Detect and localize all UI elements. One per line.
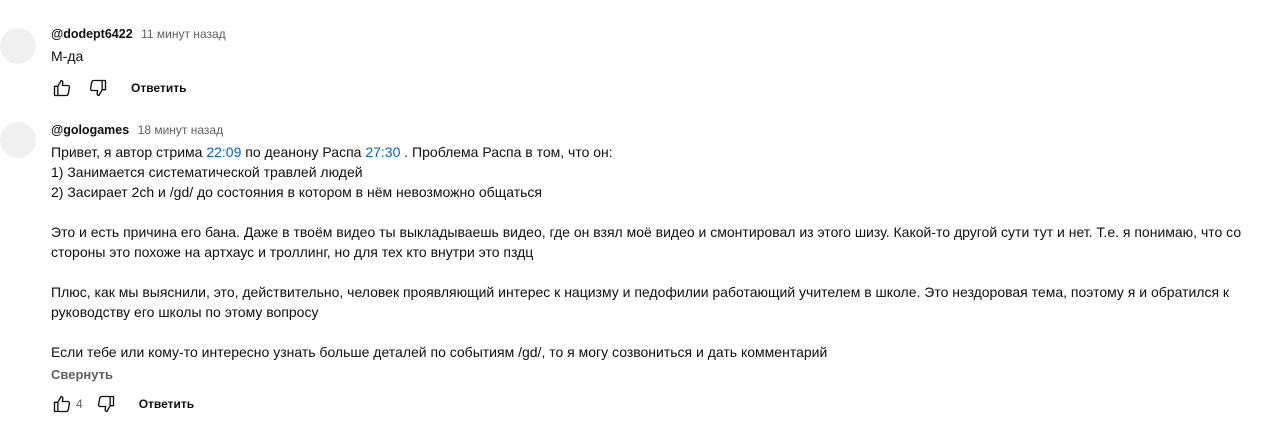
- dislike-button[interactable]: [95, 393, 117, 415]
- comment-text: Привет, я автор стрима 22:09 по деанону …: [51, 142, 1251, 362]
- comment-text-line: Привет, я автор стрима 22:09 по деанону …: [51, 142, 1251, 162]
- comment-header: @gologames 18 минут назад: [51, 122, 1251, 138]
- comment-time[interactable]: 11 минут назад: [141, 27, 226, 41]
- thumb-up-icon: [53, 79, 71, 97]
- comment-paragraph: Плюс, как мы выяснили, это, действительн…: [51, 284, 1230, 320]
- comment-header: @dodept6422 11 минут назад: [51, 26, 1251, 42]
- like-button[interactable]: [51, 77, 73, 99]
- avatar[interactable]: [0, 28, 36, 64]
- reply-button[interactable]: Ответить: [121, 76, 196, 100]
- thumb-down-icon: [97, 395, 114, 413]
- comment-text: М-да: [51, 46, 1251, 66]
- comment-body: @gologames 18 минут назад Привет, я авто…: [51, 122, 1251, 384]
- collapse-button[interactable]: Свернуть: [51, 366, 1251, 384]
- text-segment: . Проблема Распа в том, что он:: [400, 144, 613, 160]
- comment-time[interactable]: 18 минут назад: [138, 123, 223, 137]
- dislike-button[interactable]: [87, 77, 109, 99]
- thumb-down-icon: [89, 79, 107, 97]
- like-button[interactable]: [51, 393, 73, 415]
- timestamp-link[interactable]: 27:30: [365, 144, 400, 160]
- comment-author[interactable]: @gologames: [51, 123, 129, 137]
- reply-button[interactable]: Ответить: [129, 392, 204, 416]
- avatar[interactable]: [0, 122, 36, 158]
- comment-actions: Ответить: [51, 76, 196, 100]
- text-segment: Привет, я автор стрима: [51, 144, 207, 160]
- timestamp-link[interactable]: 22:09: [206, 144, 241, 160]
- comment-paragraph: Это и есть причина его бана. Даже в твоё…: [51, 224, 1242, 260]
- comment-body: @dodept6422 11 минут назад М-да: [51, 26, 1251, 66]
- comment-text-line: М-да: [51, 48, 84, 64]
- text-segment: по деанону Распа: [241, 144, 366, 160]
- like-count: 4: [76, 397, 83, 411]
- comment-paragraph: Если тебе или кому-то интересно узнать б…: [51, 344, 828, 360]
- comment-author[interactable]: @dodept6422: [51, 27, 133, 41]
- comment-text-line: 2) Засирает 2ch и /gd/ до состояния в ко…: [51, 184, 542, 200]
- thumb-up-icon: [53, 395, 71, 413]
- comment-text-line: 1) Занимается систематической травлей лю…: [51, 164, 363, 180]
- comment-actions: 4 Ответить: [51, 392, 204, 416]
